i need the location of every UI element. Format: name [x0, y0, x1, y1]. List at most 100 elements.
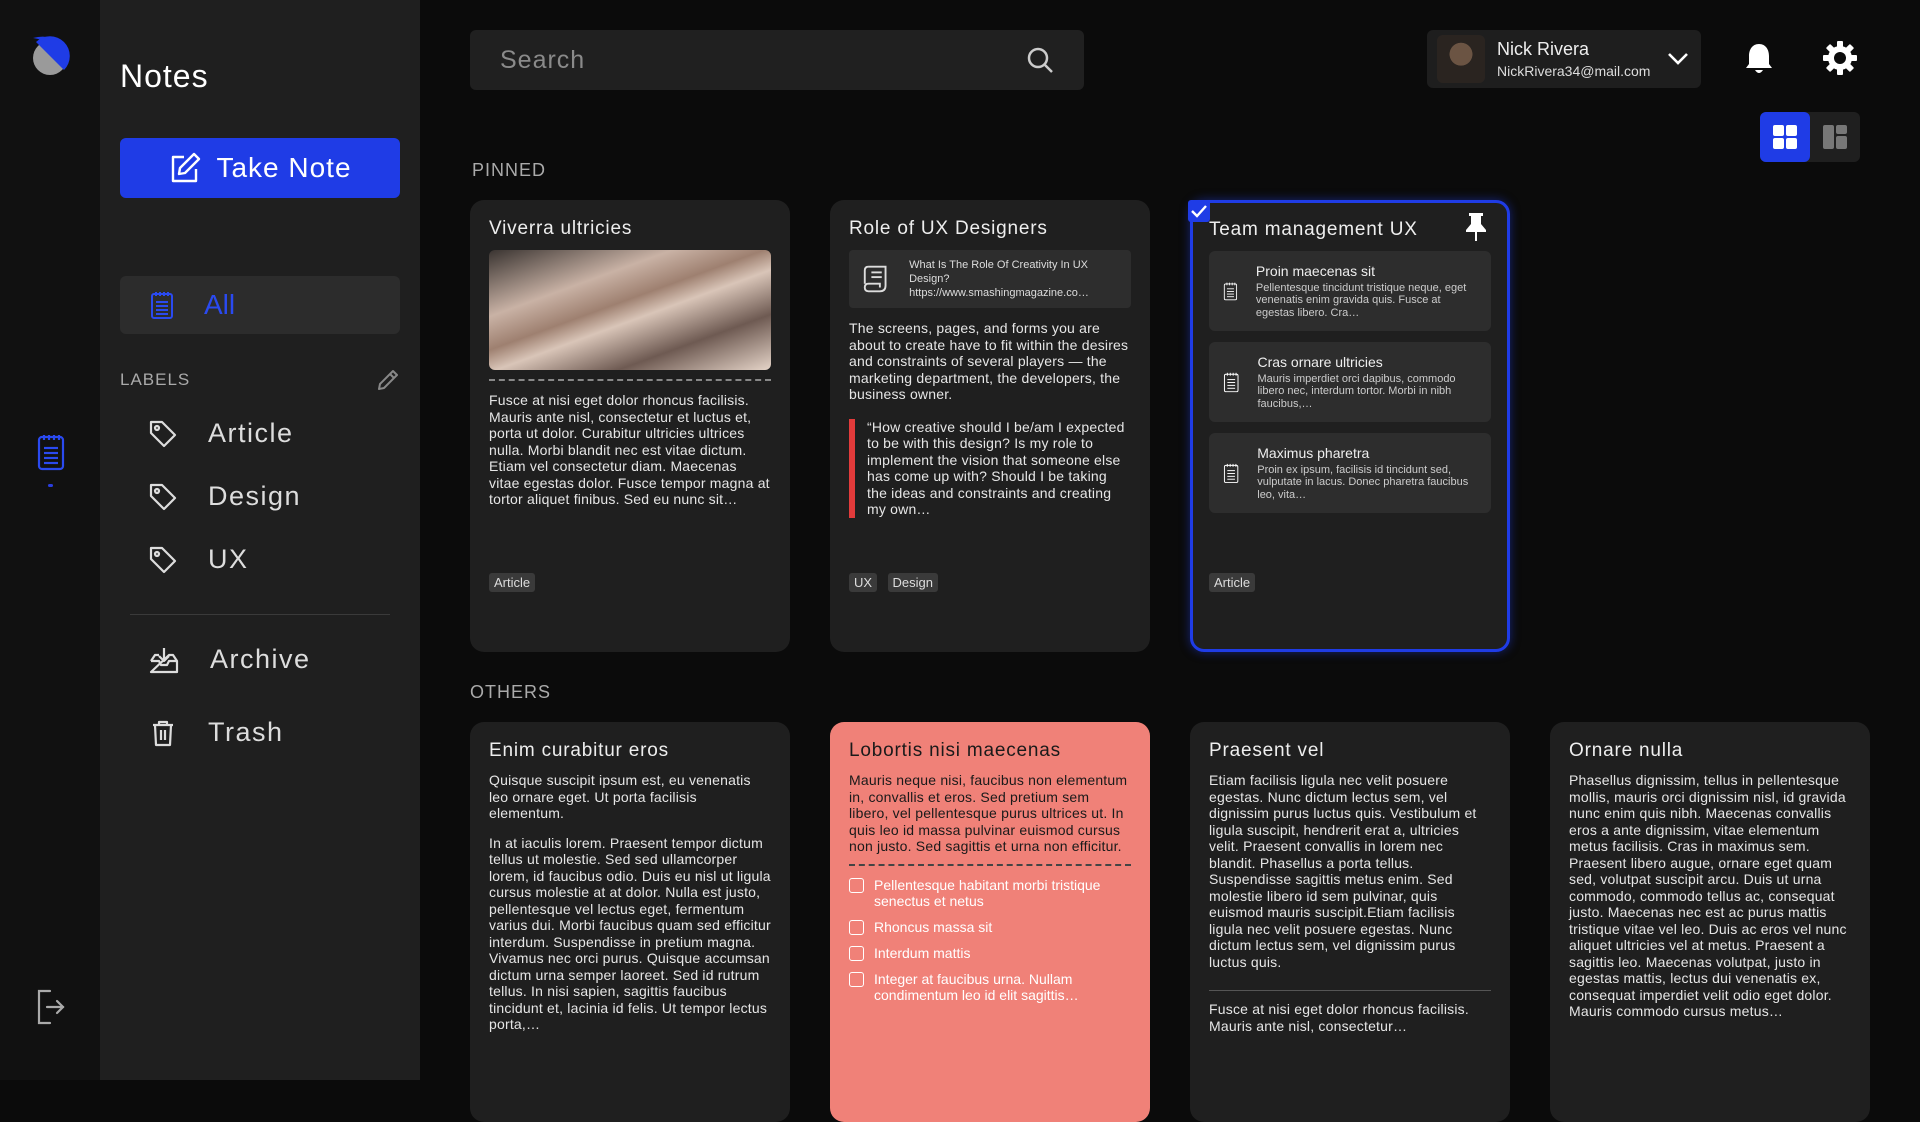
search-input[interactable] [500, 45, 1026, 75]
edit-labels-icon[interactable] [376, 368, 400, 392]
checklist-label: Integer at faucibus urna. Nullam condime… [874, 970, 1079, 1003]
others-heading: OTHERS [470, 682, 552, 702]
note-text: Etiam facilisis ligula nec velit posuere… [1209, 772, 1477, 970]
app-logo-icon[interactable] [30, 32, 70, 82]
note-card[interactable]: Praesent vel Etiam facilisis ligula nec … [1190, 722, 1510, 1122]
note-text: Quisque suscipit ipsum est, eu venenatis… [489, 772, 751, 821]
sub-note-title: Cras ornare ultricies [1257, 353, 1383, 370]
checkbox[interactable] [849, 945, 864, 961]
notes-icon [151, 292, 173, 319]
take-note-button[interactable]: Take Note [120, 138, 400, 198]
note-title: Role of UX Designers [849, 218, 1048, 239]
sub-note-title: Proin maecenas sit [1255, 262, 1375, 279]
tag-article[interactable]: Article [1209, 573, 1256, 592]
checkbox[interactable] [849, 919, 864, 935]
settings-gear-icon[interactable] [1822, 40, 1858, 76]
icon-rail [0, 0, 100, 1080]
note-card[interactable]: Viverra ultricies Fusce at nisi eget dol… [470, 200, 790, 652]
divider [489, 379, 771, 381]
note-text: Mauris neque nisi, faucibus non elementu… [849, 772, 1128, 854]
note-text: Phasellus dignissim, tellus in pellentes… [1569, 772, 1847, 1019]
checkbox[interactable] [849, 971, 864, 987]
view-toggle [1760, 112, 1860, 162]
sidebar: Notes Take Note All LABELS Article Desig… [100, 0, 420, 1080]
user-menu[interactable]: Nick Rivera NickRivera34@mail.com [1427, 30, 1701, 88]
tag-icon [149, 546, 177, 573]
note-title: Viverra ultricies [489, 218, 633, 239]
note-image [489, 250, 771, 370]
trash-icon [153, 720, 173, 746]
notification-bell-icon[interactable] [1744, 42, 1774, 76]
checklist-item[interactable]: Rhoncus massa sit [849, 919, 1131, 935]
link-url: https://www.smashingmagazine.co… [909, 287, 1089, 299]
tag-article[interactable]: Article [489, 573, 536, 592]
app-title: Notes [120, 58, 209, 94]
sidebar-item-ux[interactable]: UX [148, 544, 249, 575]
tag-icon [149, 483, 177, 510]
take-note-label: Take Note [216, 152, 352, 183]
note-title: Praesent vel [1209, 740, 1325, 761]
note-text: The screens, pages, and forms you are ab… [849, 320, 1129, 402]
grid-icon [1773, 125, 1797, 149]
note-title: Lobortis nisi maecenas [849, 740, 1061, 761]
label-text: Article [208, 418, 294, 448]
chevron-down-icon[interactable] [1667, 52, 1689, 66]
sub-note[interactable]: Proin maecenas sit Pellentesque tincidunt… [1209, 251, 1491, 331]
note-title: Enim curabitur eros [489, 740, 669, 761]
pin-icon[interactable] [1465, 211, 1487, 243]
divider [1209, 990, 1491, 991]
divider [849, 863, 1131, 866]
link-preview[interactable]: What Is The Role Of Creativity In UX Des… [849, 250, 1131, 308]
sidebar-item-archive[interactable]: Archive [148, 644, 311, 675]
labels-heading: LABELS [120, 370, 191, 389]
dashboard-layout-icon [1823, 125, 1847, 149]
sidebar-item-all[interactable]: All [120, 276, 400, 334]
notepad-icon [1223, 372, 1239, 393]
sub-note[interactable]: Cras ornare ultricies Mauris imperdiet or… [1209, 342, 1491, 422]
note-card[interactable]: Role of UX Designers What Is The Role Of… [830, 200, 1150, 652]
pinned-heading: PINNED [472, 160, 547, 180]
checklist-item[interactable]: Pellentesque habitant morbi tristique se… [849, 877, 1131, 909]
note-text: Fusce at nisi eget dolor rhoncus facilis… [1209, 1001, 1469, 1034]
note-card[interactable]: Lobortis nisi maecenas Mauris neque nisi… [830, 722, 1150, 1122]
grid-view-button[interactable] [1760, 112, 1810, 162]
label-text: Design [208, 481, 302, 511]
note-card[interactable]: Enim curabitur eros Quisque suscipit ips… [470, 722, 790, 1122]
sidebar-divider [130, 614, 390, 615]
archive-label: Archive [210, 644, 311, 674]
sidebar-item-design[interactable]: Design [148, 481, 301, 512]
quote-bar [849, 418, 855, 518]
edit-icon [172, 152, 201, 183]
sub-note-text: Proin ex ipsum, facilisis id tincidunt s… [1257, 463, 1469, 501]
tag-ux[interactable]: UX [849, 573, 878, 592]
sub-note[interactable]: Maximus pharetra Proin ex ipsum, facilisi… [1209, 433, 1491, 513]
user-name: Nick Rivera [1497, 39, 1590, 59]
note-card[interactable]: Ornare nulla Phasellus dignissim, tellus… [1550, 722, 1870, 1122]
checklist-label: Interdum mattis [874, 944, 971, 961]
note-card-selected[interactable]: Team management UX Proin maecenas sit Pel… [1190, 200, 1510, 652]
tag-design[interactable]: Design [887, 573, 938, 592]
checkbox[interactable] [849, 877, 864, 893]
note-title: Ornare nulla [1569, 740, 1684, 761]
selected-checkbox[interactable] [1188, 200, 1210, 222]
notes-nav-icon[interactable] [36, 432, 66, 472]
notepad-icon [1223, 282, 1238, 301]
sidebar-item-article[interactable]: Article [148, 418, 294, 449]
link-title: What Is The Role Of Creativity In UX Des… [909, 259, 1089, 285]
avatar [1437, 35, 1485, 83]
checkmark-icon [1191, 205, 1207, 218]
checklist-item[interactable]: Integer at faucibus urna. Nullam condime… [849, 971, 1131, 1003]
checklist-item[interactable]: Interdum mattis [849, 945, 1131, 961]
archive-icon [149, 647, 179, 673]
search-icon[interactable] [1026, 46, 1054, 74]
dashboard-view-button[interactable] [1810, 112, 1860, 162]
checklist-label: Rhoncus massa sit [874, 918, 993, 935]
checklist-label: Pellentesque habitant morbi tristique se… [874, 876, 1101, 909]
logout-icon[interactable] [34, 988, 66, 1026]
active-indicator [48, 484, 53, 487]
sidebar-item-all-label: All [204, 289, 236, 320]
note-text: Fusce at nisi eget dolor rhoncus facilis… [489, 392, 770, 507]
sub-note-text: Mauris imperdiet orci dapibus, commodo l… [1257, 372, 1456, 410]
notepad-icon [1223, 463, 1239, 484]
sidebar-item-trash[interactable]: Trash [148, 717, 284, 748]
